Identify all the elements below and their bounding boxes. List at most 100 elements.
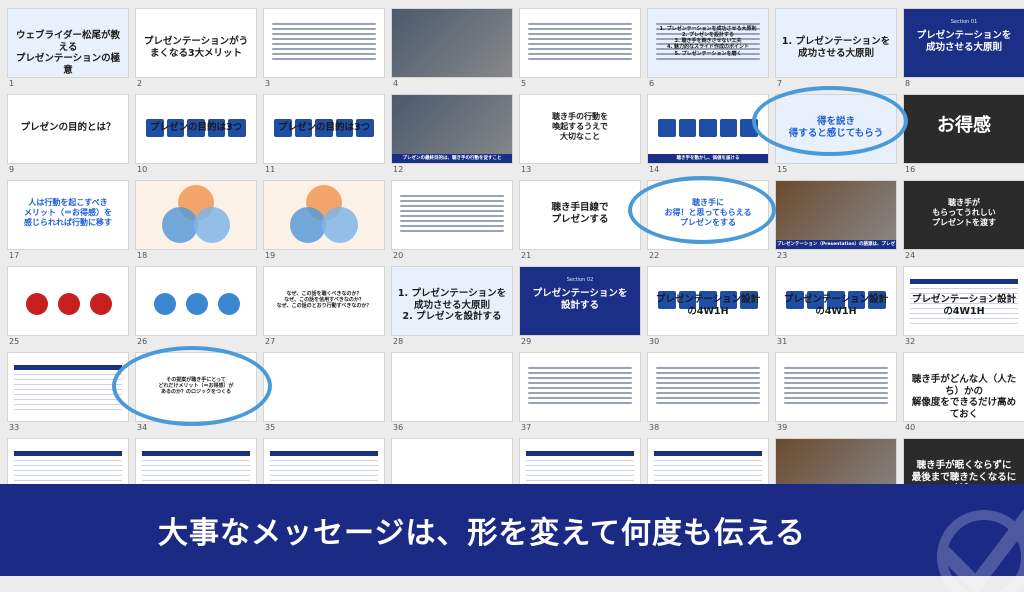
slide-thumbnail[interactable] bbox=[392, 9, 512, 77]
slide-thumbnail[interactable]: 得を説き 得すると感じてもらう bbox=[776, 95, 896, 163]
slide-thumbnail-cell: プレゼンテーションを 設計する Section 02 29 bbox=[520, 267, 640, 349]
slide-thumbnail-cell: プレゼンの目的とは？ 9 bbox=[8, 95, 128, 177]
slide-thumbnail[interactable]: ウェブライダー松尾が教える プレゼンテーションの極意 bbox=[8, 9, 128, 77]
slide-thumbnail[interactable]: プレゼンの目的とは？ bbox=[8, 95, 128, 163]
slide-thumbnail-cell: 26 bbox=[136, 267, 256, 349]
slide-thumbnail-cell: 35 bbox=[264, 353, 384, 435]
slide-number: 29 bbox=[521, 337, 532, 346]
slide-thumbnail-cell: プレゼンテーションがうまくなる3大メリット 2 bbox=[136, 9, 256, 91]
slide-thumbnail-cell: 1. プレゼンテーションを成功させる大原則 7 bbox=[776, 9, 896, 91]
slide-caption-bar: プレゼンの最終目的は、聴き手の行動を促すこと bbox=[392, 154, 512, 163]
venn-circle-can bbox=[290, 207, 326, 243]
slide-number: 36 bbox=[393, 423, 404, 432]
slide-number: 7 bbox=[777, 79, 783, 88]
slide-thumbnail[interactable]: プレゼンテーションを 成功させる大原則 Section 01 bbox=[904, 9, 1024, 77]
slide-number: 34 bbox=[137, 423, 148, 432]
slide-thumbnail[interactable] bbox=[136, 267, 256, 335]
slide-thumbnail[interactable] bbox=[264, 353, 384, 421]
slide-thumbnail[interactable] bbox=[520, 9, 640, 77]
slide-thumbnail-cell: 得を説き 得すると感じてもらう 15 bbox=[776, 95, 896, 177]
slide-thumbnail[interactable]: プレゼンテーション設計の4W1H bbox=[776, 267, 896, 335]
slide-thumbnail-cell: 38 bbox=[648, 353, 768, 435]
slide-caption-bar: 聴き手を動かし、価値を届ける bbox=[648, 154, 768, 163]
slide-thumbnail[interactable]: 聴き手を動かし、価値を届ける bbox=[648, 95, 768, 163]
benefit-circle bbox=[154, 293, 176, 315]
slide-thumbnail[interactable] bbox=[264, 9, 384, 77]
slide-number: 21 bbox=[521, 251, 532, 260]
slide-thumbnail-cell: 聴き手に お得！と思ってもらえる プレゼンをする 22 bbox=[648, 181, 768, 263]
slide-title: お得感 bbox=[937, 115, 991, 136]
logo-check-icon bbox=[937, 508, 1024, 592]
slide-thumbnail[interactable]: プレゼンの最終目的は、聴き手の行動を促すこと bbox=[392, 95, 512, 163]
slide-thumbnail[interactable]: プレゼンテーション設計の4W1H bbox=[648, 267, 768, 335]
slide-title: プレゼンテーション設計の4W1H bbox=[783, 294, 889, 318]
slide-thumbnail[interactable]: プレゼンの目的は3つ bbox=[136, 95, 256, 163]
slide-thumbnail[interactable]: プレゼンテーションがうまくなる3大メリット bbox=[136, 9, 256, 77]
slide-thumbnail[interactable]: 聴き手に お得！と思ってもらえる プレゼンをする bbox=[648, 181, 768, 249]
slide-number: 8 bbox=[905, 79, 911, 88]
slide-number: 19 bbox=[265, 251, 276, 260]
section-label: Section 02 bbox=[566, 277, 594, 283]
slide-thumbnail[interactable] bbox=[392, 181, 512, 249]
slide-thumbnail[interactable]: 聴き手目線で プレゼンする bbox=[520, 181, 640, 249]
slide-thumbnail[interactable]: その提案が聴き手にとって どれだけメリット（＝お得感）が あるのか？のロジックを… bbox=[136, 353, 256, 421]
caption-text: 大事なメッセージは、形を変えて何度も伝える bbox=[158, 516, 806, 551]
slide-thumbnail-cell: プレゼンの最終目的は、聴き手の行動を促すこと 12 bbox=[392, 95, 512, 177]
slide-thumbnail-cell: 聴き手がどんな人（人たち）かの 解像度をできるだけ高めておく 40 bbox=[904, 353, 1024, 435]
slide-title: プレゼンの目的は3つ bbox=[149, 122, 243, 134]
slide-number: 13 bbox=[521, 165, 532, 174]
slide-title: その提案が聴き手にとって どれだけメリット（＝お得感）が あるのか？のロジックを… bbox=[158, 376, 234, 396]
slide-thumbnail-cell: 聴き手が もらってうれしい プレゼントを渡す 24 bbox=[904, 181, 1024, 263]
slide-thumbnail[interactable]: プレゼンの目的は3つ bbox=[264, 95, 384, 163]
slide-number: 24 bbox=[905, 251, 916, 260]
slide-thumbnail[interactable] bbox=[264, 181, 384, 249]
slide-thumbnail[interactable] bbox=[8, 353, 128, 421]
slide-thumbnail[interactable] bbox=[520, 353, 640, 421]
slide-thumbnail[interactable] bbox=[392, 353, 512, 421]
slide-title: プレゼンの目的とは？ bbox=[20, 122, 116, 134]
slide-number: 5 bbox=[521, 79, 527, 88]
slide-thumbnail[interactable]: プレゼンテーションを 設計する Section 02 bbox=[520, 267, 640, 335]
flow-boxes bbox=[658, 119, 758, 137]
slide-thumbnail-cell: 4 bbox=[392, 9, 512, 91]
caption-banner: 大事なメッセージは、形を変えて何度も伝える bbox=[0, 484, 1024, 592]
slide-thumbnail-cell: 20 bbox=[392, 181, 512, 263]
slide-thumbnail[interactable] bbox=[776, 353, 896, 421]
slide-thumbnail[interactable]: 人は行動を起こすべき メリット（＝お得感）を 感じられれば行動に移す bbox=[8, 181, 128, 249]
slide-thumbnail-cell: 1. プレゼンテーションを成功させる大原則 2. プレゼンを設計する 28 bbox=[392, 267, 512, 349]
slide-title: なぜ、この話を聴くべきなのか？ なぜ、この話を信用すべきなのか？ なぜ、この話の… bbox=[276, 290, 372, 310]
slide-thumbnail-cell: 36 bbox=[392, 353, 512, 435]
slide-title: 1. プレゼンテーションを成功させる大原則 2. プレゼンを設計する bbox=[397, 287, 507, 323]
slide-number: 33 bbox=[9, 423, 20, 432]
slide-thumbnail[interactable]: なぜ、この話を聴くべきなのか？ なぜ、この話を信用すべきなのか？ なぜ、この話の… bbox=[264, 267, 384, 335]
slide-thumbnail[interactable]: プレゼンテーション設計の4W1H bbox=[904, 267, 1024, 335]
slide-thumbnail[interactable] bbox=[648, 353, 768, 421]
text-lines bbox=[528, 23, 632, 63]
slide-number: 25 bbox=[9, 337, 20, 346]
text-lines bbox=[656, 367, 760, 407]
slide-number: 16 bbox=[905, 165, 916, 174]
slide-thumbnail[interactable]: 1. プレゼンテーションを成功させる大原則 bbox=[776, 9, 896, 77]
slide-thumbnail[interactable] bbox=[8, 267, 128, 335]
slide-title: 1. プレゼンテーションを成功させる大原則 2. プレゼンを設計する 3. 聴き… bbox=[659, 25, 757, 57]
slide-thumbnail[interactable]: 聴き手が もらってうれしい プレゼントを渡す bbox=[904, 181, 1024, 249]
slide-thumbnail[interactable]: プレゼンテーション（Presentation）の語源は、プレゼント bbox=[776, 181, 896, 249]
slide-number: 14 bbox=[649, 165, 660, 174]
slide-photo bbox=[392, 9, 512, 77]
slide-thumbnail[interactable]: 聴き手がどんな人（人たち）かの 解像度をできるだけ高めておく bbox=[904, 353, 1024, 421]
slide-number: 3 bbox=[265, 79, 271, 88]
slide-title: プレゼンの目的は3つ bbox=[277, 122, 371, 134]
slide-title: プレゼンテーション設計の4W1H bbox=[655, 294, 761, 318]
slide-thumbnail[interactable]: 聴き手の行動を 喚起するうえで 大切なこと bbox=[520, 95, 640, 163]
slide-thumbnail[interactable]: お得感 bbox=[904, 95, 1024, 163]
slide-thumbnail-cell: プレゼンの目的は3つ 10 bbox=[136, 95, 256, 177]
slide-number: 37 bbox=[521, 423, 532, 432]
slide-thumbnail[interactable] bbox=[136, 181, 256, 249]
slide-number: 18 bbox=[137, 251, 148, 260]
slide-number: 2 bbox=[137, 79, 143, 88]
slide-thumbnail-cell: 33 bbox=[8, 353, 128, 435]
slide-thumbnail-cell: お得感 16 bbox=[904, 95, 1024, 177]
benefit-circle bbox=[186, 293, 208, 315]
slide-thumbnail[interactable]: 1. プレゼンテーションを成功させる大原則 2. プレゼンを設計する bbox=[392, 267, 512, 335]
slide-thumbnail[interactable]: 1. プレゼンテーションを成功させる大原則 2. プレゼンを設計する 3. 聴き… bbox=[648, 9, 768, 77]
